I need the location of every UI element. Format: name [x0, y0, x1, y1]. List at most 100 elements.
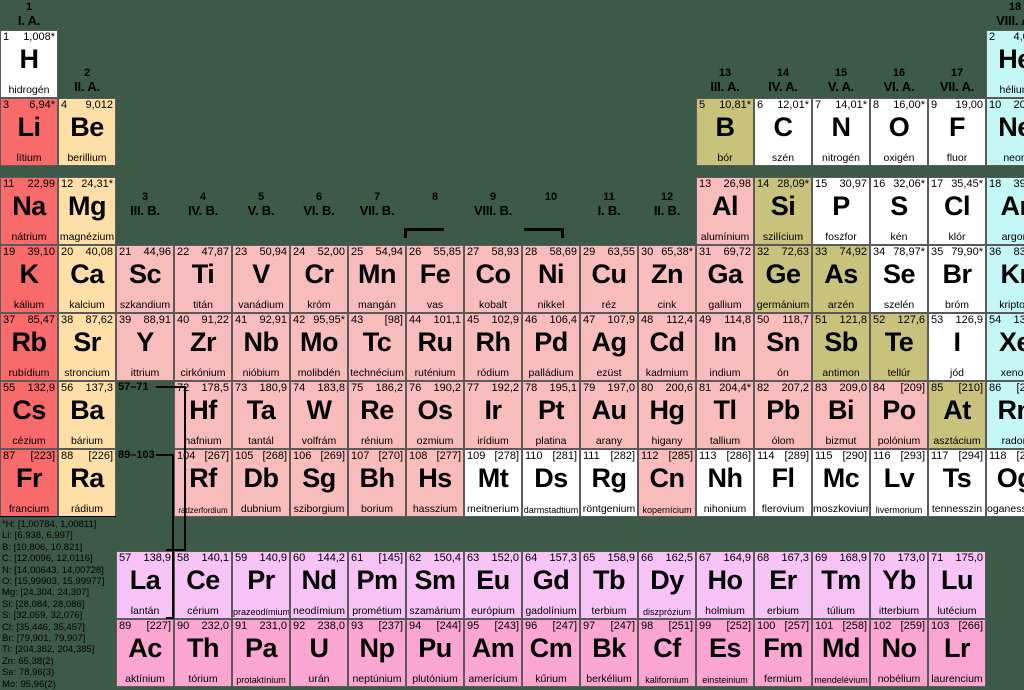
element-cell-in[interactable]: 49 114,8 In indium	[696, 313, 754, 381]
element-cell-sg[interactable]: 106 [269] Sg sziborgium	[290, 449, 348, 517]
element-cell-rf[interactable]: 104 [267] Rf radzerfordium	[174, 449, 232, 517]
element-cell-nb[interactable]: 41 92,91 Nb nióbium	[232, 313, 290, 381]
element-cell-fe[interactable]: 26 55,85 Fe vas	[406, 245, 464, 313]
element-cell-cr[interactable]: 24 52,00 Cr króm	[290, 245, 348, 313]
element-cell-hf[interactable]: 72178,5Hfhafnium	[174, 381, 232, 449]
element-cell-cd[interactable]: 48 112,4 Cd kadmium	[638, 313, 696, 381]
element-cell-bk[interactable]: 97 [247] Bk berkélium	[580, 619, 638, 687]
element-cell-ti[interactable]: 22 47,87 Ti titán	[174, 245, 232, 313]
element-cell-fr[interactable]: 87 [223] Fr francium	[0, 449, 58, 517]
element-cell-he[interactable]: 2 4,003He hélium	[986, 30, 1024, 98]
element-cell-ru[interactable]: 44 101,1 Ru ruténium	[406, 313, 464, 381]
element-cell-ge[interactable]: 32 72,63 Ge germánium	[754, 245, 812, 313]
element-cell-f[interactable]: 9 19,00 Ffluor	[928, 98, 986, 166]
element-cell-cn[interactable]: 112 [285] Cn kopernícium	[638, 449, 696, 517]
element-cell-hs[interactable]: 108 [277] Hs hasszium	[406, 449, 464, 517]
element-cell-og[interactable]: 118 [294]Og oganesszon	[986, 449, 1024, 517]
element-cell-yb[interactable]: 70 173,0 Yb itterbium	[870, 551, 928, 619]
element-cell-np[interactable]: 93 [237] Np neptúnium	[348, 619, 406, 687]
element-cell-rg[interactable]: 111 [282] Rg röntgenium	[580, 449, 638, 517]
element-cell-br[interactable]: 35 79,90* Br bróm	[928, 245, 986, 313]
element-cell-tm[interactable]: 69 168,9 Tm túlium	[812, 551, 870, 619]
element-cell-tc[interactable]: 43 [98] Tc technécium	[348, 313, 406, 381]
element-cell-v[interactable]: 23 50,94 Vvanádium	[232, 245, 290, 313]
actinide-range-cell[interactable]: 89–103	[117, 449, 175, 517]
element-cell-sn[interactable]: 50 118,7 Sn ón	[754, 313, 812, 381]
element-cell-cf[interactable]: 98 [251] Cf kalifornium	[638, 619, 696, 687]
element-cell-nd[interactable]: 60 144,2 Nd neodímium	[290, 551, 348, 619]
element-cell-bh[interactable]: 107 [270] Bh borium	[348, 449, 406, 517]
element-cell-ir[interactable]: 77 192,2 Ir irídium	[464, 381, 522, 449]
element-cell-ba[interactable]: 56 137,3 Ba bárium	[58, 381, 116, 449]
element-cell-h[interactable]: 1 1,008* Hhidrogén	[0, 30, 58, 98]
element-cell-at[interactable]: 85 [210] At asztácium	[928, 381, 986, 449]
element-cell-si[interactable]: 14 28,09* Si szilícium	[754, 177, 812, 245]
element-cell-y[interactable]: 39 88,91 Yittrium	[116, 313, 174, 381]
element-cell-fm[interactable]: 100 [257] Fm fermium	[754, 619, 812, 687]
element-cell-cl[interactable]: 17 35,45* Cl klór	[928, 177, 986, 245]
element-cell-c[interactable]: 6 12,01* Cszén	[754, 98, 812, 166]
element-cell-tb[interactable]: 65 158,9 Tb terbium	[580, 551, 638, 619]
element-cell-os[interactable]: 76 190,2 Os ozmium	[406, 381, 464, 449]
element-cell-no[interactable]: 102 [259] No nobélium	[870, 619, 928, 687]
element-cell-mt[interactable]: 109 [278] Mt meitnerium	[464, 449, 522, 517]
element-cell-am[interactable]: 95 [243] Am amerícium	[464, 619, 522, 687]
element-cell-kr[interactable]: 36 83,80Kr kripton	[986, 245, 1024, 313]
element-cell-hg[interactable]: 80 200,6 Hg higany	[638, 381, 696, 449]
element-cell-zn[interactable]: 30 65,38* Zn cink	[638, 245, 696, 313]
element-cell-cs[interactable]: 55 132,9 Cs cézium	[0, 381, 58, 449]
element-cell-te[interactable]: 52 127,6 Te tellúr	[870, 313, 928, 381]
element-cell-lv[interactable]: 116 [293] Lv livermorium	[870, 449, 928, 517]
element-cell-rn[interactable]: 86 [222]Rn radon	[986, 381, 1024, 449]
element-cell-ce[interactable]: 58 140,1 Ce cérium	[174, 551, 232, 619]
element-cell-pu[interactable]: 94 [244] Pu plutónium	[406, 619, 464, 687]
element-cell-as[interactable]: 33 74,92 As arzén	[812, 245, 870, 313]
element-cell-th[interactable]: 90 232,0 Th tórium	[174, 619, 232, 687]
element-cell-p[interactable]: 15 30,97 Pfoszfor	[812, 177, 870, 245]
element-cell-b[interactable]: 5 10,81* Bbór	[696, 98, 754, 166]
element-cell-fl[interactable]: 114 [289] Fl flerovium	[754, 449, 812, 517]
element-cell-bi[interactable]: 83 209,0 Bi bizmut	[812, 381, 870, 449]
element-cell-pr[interactable]: 59 140,9 Pr prazeodímium	[232, 551, 290, 619]
element-cell-w[interactable]: 74 183,8 Wvolfrám	[290, 381, 348, 449]
element-cell-rb[interactable]: 37 85,47 Rb rubídium	[0, 313, 58, 381]
element-cell-na[interactable]: 11 22,99 Na nátrium	[0, 177, 58, 245]
element-cell-po[interactable]: 84 [209] Po polónium	[870, 381, 928, 449]
element-cell-ts[interactable]: 117 [294] Ts tennesszin	[928, 449, 986, 517]
element-cell-pa[interactable]: 91 231,0 Pa protaktínium	[232, 619, 290, 687]
element-cell-cm[interactable]: 96 [247] Cm kűrium	[522, 619, 580, 687]
element-cell-nh[interactable]: 113 [286] Nh nihonium	[696, 449, 754, 517]
element-cell-al[interactable]: 13 26,98 Al alumínium	[696, 177, 754, 245]
element-cell-pd[interactable]: 46 106,4 Pd palládium	[522, 313, 580, 381]
element-cell-se[interactable]: 34 78,97* Se szelén	[870, 245, 928, 313]
element-cell-lr[interactable]: 103 [266] Lr laurencium	[928, 619, 986, 687]
element-cell-k[interactable]: 19 39,10 Kkálium	[0, 245, 58, 313]
element-cell-xe[interactable]: 54 131,3Xe xenon	[986, 313, 1024, 381]
element-cell-eu[interactable]: 63 152,0 Eu európium	[464, 551, 522, 619]
element-cell-au[interactable]: 79 197,0 Au arany	[580, 381, 638, 449]
element-cell-cu[interactable]: 29 63,55 Cu réz	[580, 245, 638, 313]
element-cell-md[interactable]: 101 [258] Md mendelévium	[812, 619, 870, 687]
element-cell-re[interactable]: 75 186,2 Re rénium	[348, 381, 406, 449]
element-cell-ho[interactable]: 67 164,9 Ho holmium	[696, 551, 754, 619]
element-cell-i[interactable]: 53 126,9 Ijód	[928, 313, 986, 381]
element-cell-ds[interactable]: 110 [281] Ds darmstadtium	[522, 449, 580, 517]
element-cell-lu[interactable]: 71 175,0 Lu lutécium	[928, 551, 986, 619]
element-cell-zr[interactable]: 40 91,22 Zr cirkónium	[174, 313, 232, 381]
element-cell-ni[interactable]: 28 58,69 Ni nikkel	[522, 245, 580, 313]
element-cell-gd[interactable]: 64 157,3 Gd gadolínium	[522, 551, 580, 619]
element-cell-be[interactable]: 4 9,012 Be berillium	[58, 98, 116, 166]
element-cell-ra[interactable]: 88 [226] Ra rádium	[58, 449, 116, 517]
element-cell-n[interactable]: 7 14,01* Nnitrogén	[812, 98, 870, 166]
element-cell-mc[interactable]: 115 [290] Mc moszkovium	[812, 449, 870, 517]
element-cell-ta[interactable]: 73 180,9 Ta tantál	[232, 381, 290, 449]
element-cell-db[interactable]: 105 [268] Db dubnium	[232, 449, 290, 517]
element-cell-sc[interactable]: 21 44,96 Sc szkandium	[116, 245, 174, 313]
element-cell-rh[interactable]: 45 102,9 Rh ródium	[464, 313, 522, 381]
element-cell-s[interactable]: 16 32,06* Skén	[870, 177, 928, 245]
element-cell-tl[interactable]: 81 204,4* Tl tallium	[696, 381, 754, 449]
element-cell-sm[interactable]: 62 150,4 Sm szamárium	[406, 551, 464, 619]
element-cell-ne[interactable]: 10 20,18Ne neon	[986, 98, 1024, 166]
element-cell-dy[interactable]: 66 162,5 Dy diszprózium	[638, 551, 696, 619]
element-cell-pt[interactable]: 78 195,1 Pt platina	[522, 381, 580, 449]
